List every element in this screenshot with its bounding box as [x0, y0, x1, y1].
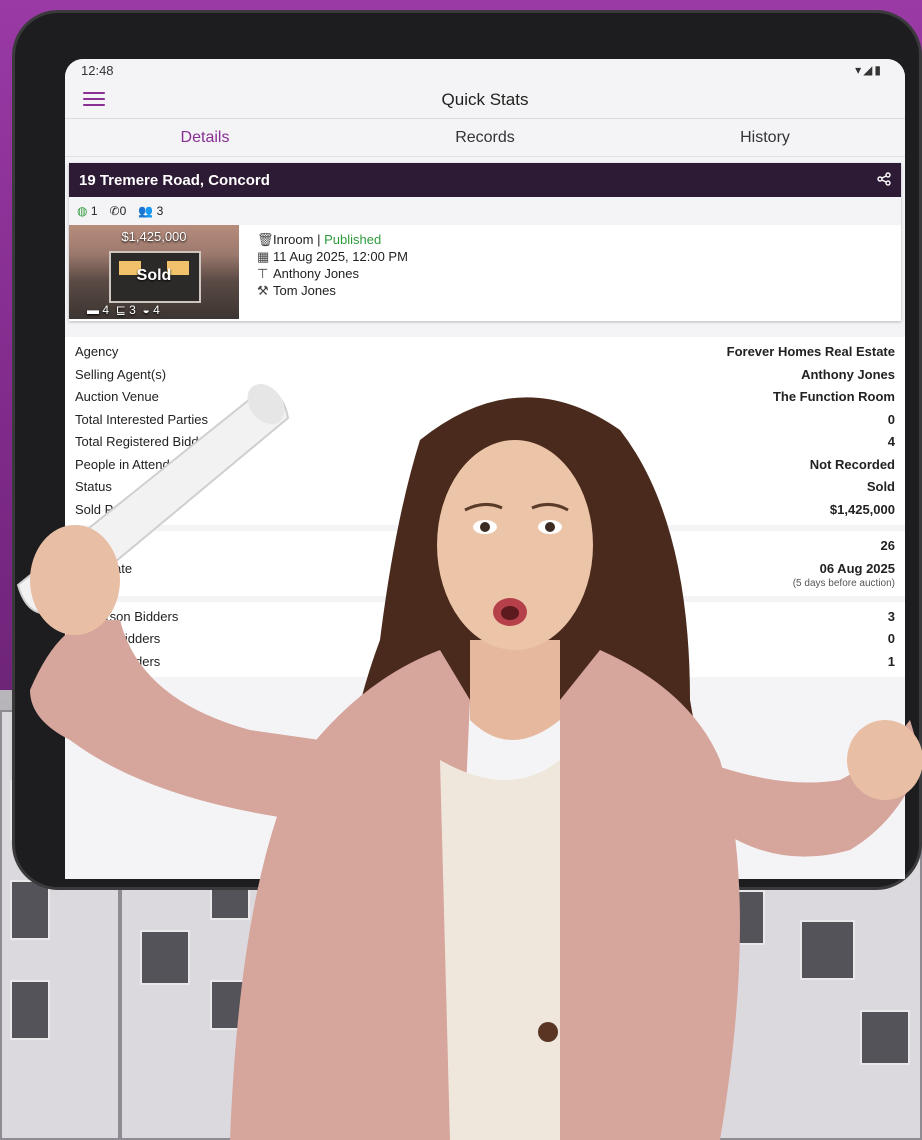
- sign-icon: ⊤: [257, 266, 269, 281]
- bidder-row: Online Bidders 1: [75, 653, 895, 669]
- tab-history[interactable]: History: [625, 119, 905, 156]
- car-icon: ◒: [142, 303, 150, 317]
- phone-icon: ✆: [109, 204, 120, 218]
- phone-count: ✆0: [109, 204, 127, 218]
- detail-row: Agency Forever Homes Real Estate: [75, 344, 895, 359]
- app-bar: Quick Stats: [65, 81, 905, 119]
- agent-row: ⊤ Anthony Jones: [257, 266, 360, 281]
- details-section: Agency Forever Homes Real Estate Selling …: [65, 337, 905, 525]
- page-title: Quick Stats: [441, 89, 529, 109]
- detail-row: Total Registered Bidders 4: [75, 434, 895, 449]
- thumbnail-status: Sold: [136, 267, 172, 284]
- bid-row: Sold Date 06 Aug 2025 (5 days before aucti…: [75, 560, 895, 589]
- property-thumbnail[interactable]: $1,425,000 Sold ▬ 4 ⊑ 3 ◒ 4: [69, 225, 239, 319]
- auction-datetime-row: ▦ 11 Aug 2025, 12:00 PM: [257, 249, 408, 264]
- detail-row: Auction Venue The Function Room: [75, 389, 895, 404]
- tablet-screen: 12:48 ▾◢▮ Quick Stats Details Records Hi…: [65, 59, 905, 879]
- people-icon: 👥: [138, 204, 154, 218]
- tab-records[interactable]: Records: [345, 119, 625, 156]
- auctioneer-row: ⚒ Tom Jones: [257, 283, 336, 298]
- globe-icon: ◍: [77, 204, 88, 218]
- bed-icon: ▬: [87, 303, 99, 317]
- listing-card[interactable]: 19 Tremere Road, Concord ◍ 1 ✆0 👥 3 $1,4…: [69, 163, 901, 321]
- detail-row: Sold Price $1,425,000: [75, 501, 895, 517]
- bidder-row: In Person Bidders 3: [75, 608, 895, 624]
- share-icon[interactable]: [877, 171, 891, 189]
- gavel-icon: ⚒: [257, 283, 269, 298]
- bids-section: Total Bids 26 Sold Date 06 Aug 2025 (5 days…: [65, 531, 905, 596]
- tab-bar: Details Records History: [65, 119, 905, 157]
- bidder-row: Phone Bidders 0: [75, 631, 895, 646]
- listing-address: 19 Tremere Road, Concord: [79, 171, 270, 189]
- status-time: 12:48: [81, 62, 114, 78]
- listing-counts: ◍ 1 ✆0 👥 3: [69, 197, 901, 225]
- bath-icon: ⊑: [115, 303, 126, 317]
- thumbnail-price: $1,425,000: [121, 229, 187, 244]
- tablet-frame: 12:48 ▾◢▮ Quick Stats Details Records Hi…: [12, 10, 922, 890]
- detail-row: Selling Agent(s) Anthony Jones: [75, 366, 895, 382]
- property-features: ▬ 4 ⊑ 3 ◒ 4: [87, 303, 160, 317]
- bid-row: Total Bids 26: [75, 538, 895, 553]
- auction-type-row: 🗑Inroom | Published: [257, 232, 382, 247]
- online-count: ◍ 1: [77, 204, 98, 218]
- publish-state: Published: [324, 232, 382, 247]
- detail-row: Status Sold: [75, 479, 895, 494]
- detail-row: People in Attendance Not Recorded: [75, 456, 895, 472]
- listing-body: $1,425,000 Sold ▬ 4 ⊑ 3 ◒ 4 🗑Inroom | Pu…: [69, 225, 901, 321]
- status-bar: 12:48 ▾◢▮: [65, 59, 905, 81]
- bidders-section: In Person Bidders 3 Phone Bidders 0 Online…: [65, 601, 905, 677]
- menu-icon[interactable]: [83, 92, 105, 108]
- listing-meta: 🗑Inroom | Published ▦ 11 Aug 2025, 12:00 …: [239, 225, 426, 321]
- detail-row: Total Interested Parties 0: [75, 411, 895, 427]
- calendar-icon: ▦: [257, 249, 270, 264]
- trash-icon: 🗑: [257, 232, 274, 247]
- status-icons: ▾◢▮: [855, 63, 883, 77]
- people-count: 👥 3: [138, 204, 164, 218]
- tab-details[interactable]: Details: [65, 119, 345, 156]
- listing-header: 19 Tremere Road, Concord: [69, 163, 901, 197]
